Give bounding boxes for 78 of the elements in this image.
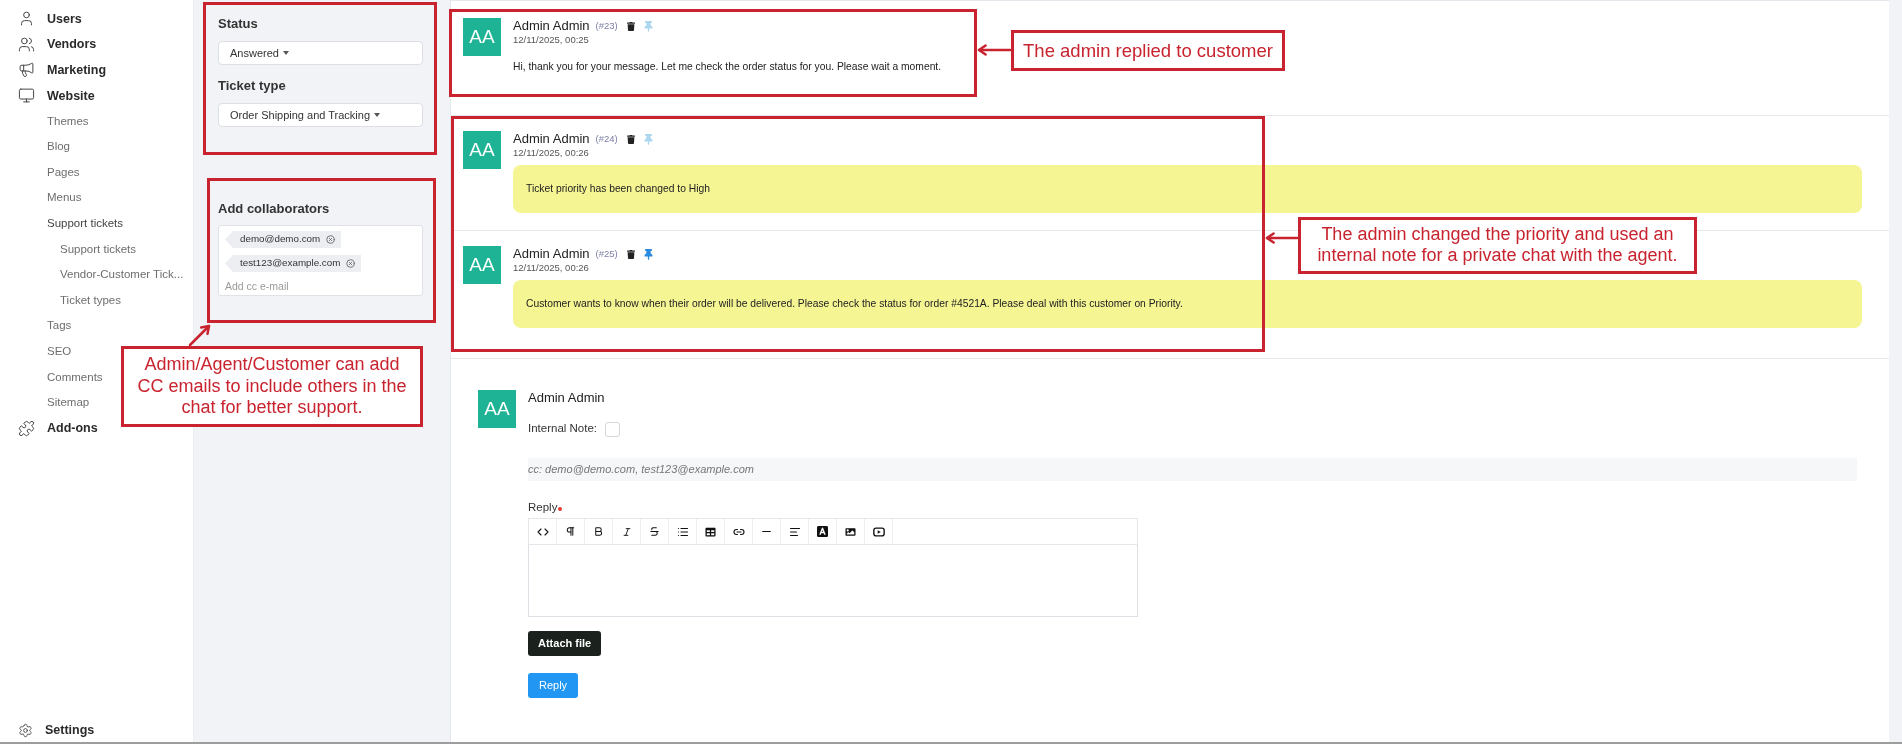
monitor-icon bbox=[18, 87, 35, 105]
collaborators-input[interactable]: demo@demo.com test123@example.com Add cc e-mail bbox=[218, 225, 423, 296]
settings-icon bbox=[18, 722, 33, 738]
remove-icon[interactable] bbox=[346, 259, 356, 268]
strikethrough-icon bbox=[649, 526, 660, 537]
message-number: (#25) bbox=[595, 248, 618, 260]
megaphone-icon bbox=[18, 61, 35, 79]
pin-icon[interactable] bbox=[643, 248, 653, 260]
message-text: Hi, thank you for your message. Let me check the order status for you. Please wait a moment. bbox=[513, 60, 943, 74]
sidebar-item[interactable]: Blog bbox=[47, 139, 71, 155]
caret-icon bbox=[282, 51, 289, 55]
avatar: AA bbox=[463, 131, 501, 169]
video-icon bbox=[872, 526, 885, 537]
user-icon bbox=[18, 10, 35, 28]
author-name: Admin Admin bbox=[513, 18, 590, 34]
pilcrow-icon bbox=[565, 526, 576, 537]
trash-icon[interactable] bbox=[626, 21, 635, 31]
annotation-callout: Admin/Agent/Customer can add CC emails to include others in the chat for better support. bbox=[121, 346, 423, 427]
trash-icon[interactable] bbox=[626, 249, 635, 259]
field-label: Ticket type bbox=[218, 77, 287, 95]
internal-note-bubble: Customer wants to know when their order will be delivered. Please check the status for order #4521A. Please deal with this customer on Priority. bbox=[513, 280, 1862, 328]
status-select[interactable]: Answered bbox=[218, 41, 423, 65]
author-name: Admin Admin bbox=[528, 390, 605, 406]
sidebar-item[interactable]: SEO bbox=[47, 344, 72, 359]
field-label: Add collaborators bbox=[218, 200, 331, 218]
message-time: 12/11/2025, 00:26 bbox=[513, 262, 590, 274]
field-label: Status bbox=[218, 15, 259, 33]
italic-icon bbox=[621, 526, 632, 537]
table-icon bbox=[705, 526, 716, 537]
annotation-arrow bbox=[977, 44, 1012, 56]
sidebar-item[interactable]: Settings bbox=[45, 722, 95, 738]
ticket-type-select[interactable]: Order Shipping and Tracking bbox=[218, 103, 423, 127]
users-icon bbox=[18, 35, 35, 53]
align-left-icon bbox=[788, 525, 801, 538]
image-icon bbox=[845, 526, 856, 537]
avatar: AA bbox=[463, 246, 501, 284]
sidebar-item[interactable]: Menus bbox=[47, 190, 82, 206]
field-label: Internal Note: bbox=[528, 421, 598, 437]
message-number: (#23) bbox=[595, 20, 618, 32]
avatar: AA bbox=[463, 18, 501, 56]
remove-icon[interactable] bbox=[326, 235, 336, 244]
cc-recipients-bar: cc: demo@demo.com, test123@example.com bbox=[528, 458, 1857, 481]
sidebar-item[interactable]: Ticket types bbox=[60, 292, 121, 308]
sidebar-item[interactable]: Vendor-Customer Tick... bbox=[60, 267, 184, 283]
annotation-arrow bbox=[1265, 232, 1299, 244]
sidebar-item[interactable]: Sitemap bbox=[47, 395, 90, 411]
sidebar-item[interactable]: Add-ons bbox=[47, 420, 98, 437]
attach-file-button[interactable]: Attach file bbox=[528, 631, 602, 656]
font-icon bbox=[817, 526, 828, 537]
sidebar-item[interactable]: Pages bbox=[47, 164, 80, 180]
sidebar-item[interactable]: Website bbox=[47, 87, 95, 104]
message-number: (#24) bbox=[595, 133, 618, 145]
avatar: AA bbox=[478, 390, 516, 428]
email-tag[interactable]: test123@example.com bbox=[225, 255, 362, 272]
internal-note-bubble: Ticket priority has been changed to High bbox=[513, 165, 1862, 213]
message-time: 12/11/2025, 00:25 bbox=[513, 34, 590, 46]
list-icon bbox=[676, 525, 689, 538]
author-name: Admin Admin bbox=[513, 246, 590, 262]
author-name: Admin Admin bbox=[513, 131, 590, 147]
message-time: 12/11/2025, 00:26 bbox=[513, 147, 590, 159]
puzzle-icon bbox=[18, 419, 35, 437]
internal-note-checkbox[interactable] bbox=[605, 421, 621, 437]
annotation-callout: The admin changed the priority and used an internal note for a private chat with the agent. bbox=[1298, 217, 1697, 274]
bold-icon bbox=[593, 526, 604, 537]
sidebar-item[interactable]: Marketing bbox=[47, 62, 107, 78]
sidebar-item[interactable]: Vendors bbox=[47, 36, 97, 53]
sidebar-item[interactable]: Themes bbox=[47, 113, 89, 129]
annotation-arrow bbox=[188, 324, 211, 347]
email-tag[interactable]: demo@demo.com bbox=[225, 231, 342, 248]
caret-icon bbox=[374, 113, 381, 117]
annotation-callout: The admin replied to customer bbox=[1011, 30, 1285, 71]
trash-icon[interactable] bbox=[626, 134, 635, 144]
sidebar-item[interactable]: Tags bbox=[47, 318, 72, 334]
sidebar-item[interactable]: Users bbox=[47, 10, 82, 27]
sidebar-item[interactable]: Support tickets bbox=[47, 216, 124, 232]
sidebar-item[interactable]: Comments bbox=[47, 369, 103, 385]
field-label: Reply bbox=[528, 500, 558, 514]
sidebar-item[interactable]: Support tickets bbox=[60, 241, 137, 257]
